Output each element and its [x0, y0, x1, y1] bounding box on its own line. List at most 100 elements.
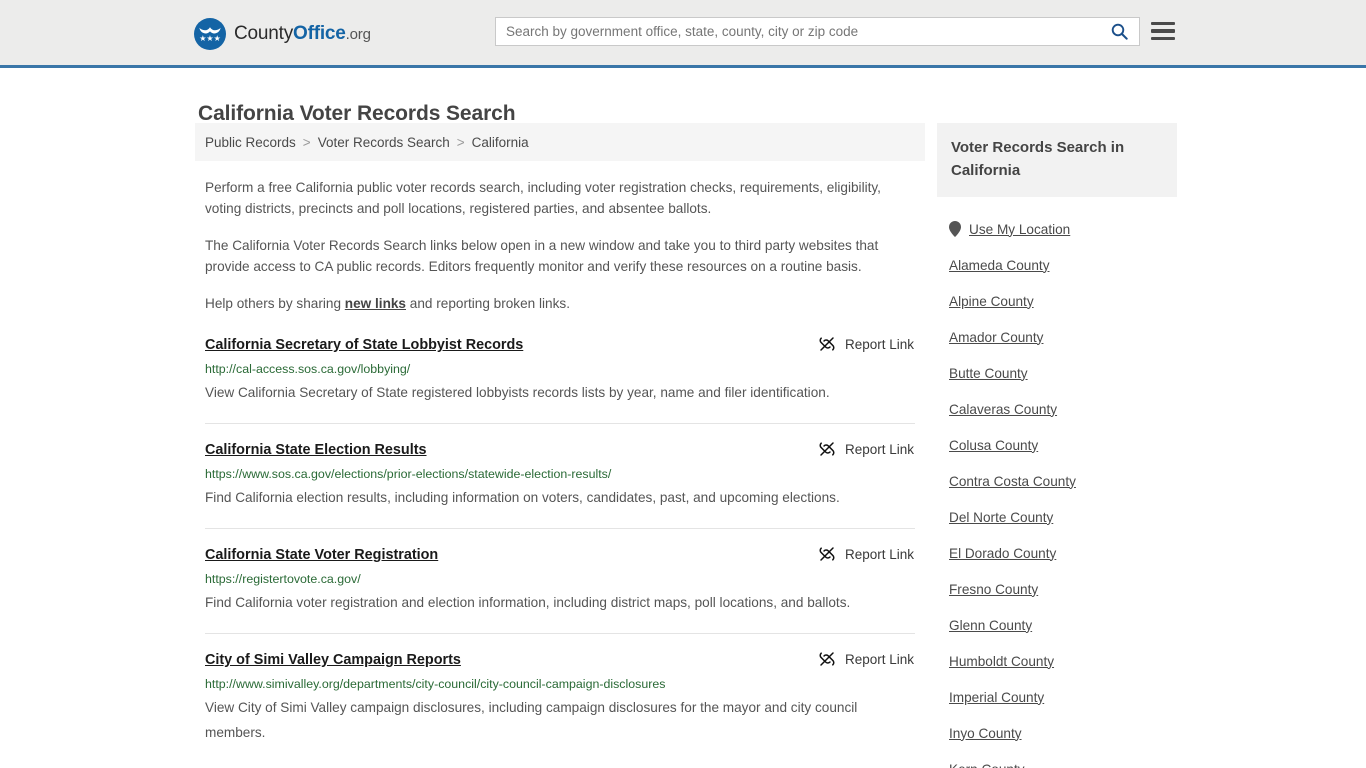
sidebar-item-county[interactable]: Glenn County — [949, 607, 1177, 643]
sidebar-item-county[interactable]: Amador County — [949, 319, 1177, 355]
sidebar-item-county[interactable]: Butte County — [949, 355, 1177, 391]
hamburger-bar — [1151, 29, 1175, 33]
breadcrumb-item-public-records[interactable]: Public Records — [205, 135, 296, 150]
result-description: Find California voter registration and e… — [205, 595, 851, 610]
sidebar-heading: Voter Records Search in California — [937, 123, 1177, 197]
breadcrumb-separator: > — [302, 134, 311, 150]
county-link[interactable]: Inyo County — [949, 726, 1022, 741]
breadcrumb-item-california: California — [471, 134, 529, 150]
report-link-button[interactable]: Report Link — [819, 651, 914, 667]
eagle-shield-icon: ★★★ — [194, 18, 226, 50]
result-header: California State Election Results Report… — [205, 441, 915, 459]
brand-office: Office — [293, 23, 346, 44]
brand-county: County — [234, 23, 294, 44]
content-row: Public Records > Voter Records Search > … — [0, 123, 1366, 768]
result-description: Find California election results, includ… — [205, 490, 840, 505]
sidebar: Voter Records Search in California Use M… — [937, 123, 1177, 768]
result-title-link[interactable]: California State Voter Registration — [205, 546, 438, 564]
site-header: ★★★ CountyOffice.org — [0, 0, 1366, 68]
county-link[interactable]: Humboldt County — [949, 654, 1054, 669]
result-header: California State Voter Registration Repo… — [205, 546, 915, 564]
hamburger-bar — [1151, 22, 1175, 26]
report-link-button[interactable]: Report Link — [819, 336, 914, 352]
stars-icon: ★★★ — [199, 34, 221, 43]
brand-org: .org — [345, 26, 371, 43]
sidebar-item-county[interactable]: Alpine County — [949, 283, 1177, 319]
sidebar-item-county[interactable]: Inyo County — [949, 715, 1177, 751]
result-url[interactable]: https://www.sos.ca.gov/elections/prior-e… — [205, 466, 915, 482]
result-item: California Secretary of State Lobbyist R… — [205, 336, 915, 424]
result-description: View City of Simi Valley campaign disclo… — [205, 700, 858, 740]
result-url[interactable]: http://cal-access.sos.ca.gov/lobbying/ — [205, 361, 915, 377]
sidebar-item-county[interactable]: Kern County — [949, 751, 1177, 768]
search-input[interactable] — [496, 18, 1099, 45]
hamburger-bar — [1151, 36, 1175, 40]
sidebar-item-county[interactable]: Calaveras County — [949, 391, 1177, 427]
broken-link-icon — [819, 547, 835, 561]
result-title-link[interactable]: California Secretary of State Lobbyist R… — [205, 336, 523, 354]
county-link[interactable]: Kern County — [949, 762, 1025, 768]
result-item: California State Voter Registration Repo… — [205, 546, 915, 634]
sidebar-item-county[interactable]: Del Norte County — [949, 499, 1177, 535]
intro-paragraph-2: The California Voter Records Search link… — [205, 238, 879, 274]
result-item: California State Election Results Report… — [205, 441, 915, 529]
result-title-link[interactable]: California State Election Results — [205, 441, 427, 459]
new-links-link[interactable]: new links — [345, 296, 406, 311]
main-column: Public Records > Voter Records Search > … — [195, 123, 925, 768]
intro-p3-after: and reporting broken links. — [406, 296, 570, 311]
result-item: City of Simi Valley Campaign Reports Rep… — [205, 651, 915, 763]
sidebar-item-county[interactable]: Humboldt County — [949, 643, 1177, 679]
county-link[interactable]: Colusa County — [949, 438, 1038, 453]
intro-text: Perform a free California public voter r… — [195, 177, 925, 314]
county-link[interactable]: Alpine County — [949, 294, 1034, 309]
result-url[interactable]: http://www.simivalley.org/departments/ci… — [205, 676, 915, 692]
result-header: California Secretary of State Lobbyist R… — [205, 336, 915, 354]
county-link[interactable]: Glenn County — [949, 618, 1032, 633]
county-link[interactable]: Imperial County — [949, 690, 1044, 705]
breadcrumb-separator: > — [456, 134, 465, 150]
search-bar[interactable] — [495, 17, 1140, 46]
search-button[interactable] — [1099, 18, 1139, 45]
search-icon — [1111, 23, 1128, 40]
map-pin-icon — [949, 221, 961, 237]
sidebar-item-use-my-location[interactable]: Use My Location — [949, 211, 1177, 247]
use-my-location-link[interactable]: Use My Location — [969, 222, 1070, 237]
county-link[interactable]: Amador County — [949, 330, 1043, 345]
result-url[interactable]: https://registertovote.ca.gov/ — [205, 571, 915, 587]
brand-wordmark: CountyOffice.org — [234, 23, 371, 45]
sidebar-item-county[interactable]: Imperial County — [949, 679, 1177, 715]
intro-paragraph-3: Help others by sharing new links and rep… — [205, 293, 915, 314]
broken-link-icon — [819, 337, 835, 351]
broken-link-icon — [819, 442, 835, 456]
sidebar-item-county[interactable]: Fresno County — [949, 571, 1177, 607]
county-link[interactable]: Del Norte County — [949, 510, 1053, 525]
county-link[interactable]: Fresno County — [949, 582, 1038, 597]
report-link-button[interactable]: Report Link — [819, 441, 914, 457]
sidebar-item-county[interactable]: Colusa County — [949, 427, 1177, 463]
report-link-button[interactable]: Report Link — [819, 546, 914, 562]
report-link-label: Report Link — [844, 441, 914, 457]
report-link-label: Report Link — [844, 336, 914, 352]
site-logo[interactable]: ★★★ CountyOffice.org — [194, 18, 371, 50]
report-link-label: Report Link — [844, 546, 914, 562]
county-link[interactable]: El Dorado County — [949, 546, 1056, 561]
broken-link-icon — [819, 652, 835, 666]
hamburger-menu-icon[interactable] — [1151, 20, 1175, 42]
result-description: View California Secretary of State regis… — [205, 385, 830, 400]
result-title-link[interactable]: City of Simi Valley Campaign Reports — [205, 651, 461, 669]
result-header: City of Simi Valley Campaign Reports Rep… — [205, 651, 915, 669]
sidebar-item-county[interactable]: El Dorado County — [949, 535, 1177, 571]
results-list: California Secretary of State Lobbyist R… — [195, 336, 925, 763]
breadcrumb: Public Records > Voter Records Search > … — [195, 123, 925, 161]
sidebar-links: Use My Location Alameda County Alpine Co… — [937, 211, 1177, 768]
report-link-label: Report Link — [844, 651, 914, 667]
breadcrumb-item-voter-records-search[interactable]: Voter Records Search — [318, 135, 450, 150]
intro-p3-before: Help others by sharing — [205, 296, 345, 311]
intro-paragraph-1: Perform a free California public voter r… — [205, 180, 881, 216]
sidebar-item-county[interactable]: Contra Costa County — [949, 463, 1177, 499]
county-link[interactable]: Contra Costa County — [949, 474, 1076, 489]
county-link[interactable]: Butte County — [949, 366, 1028, 381]
county-link[interactable]: Calaveras County — [949, 402, 1057, 417]
county-link[interactable]: Alameda County — [949, 258, 1050, 273]
sidebar-item-county[interactable]: Alameda County — [949, 247, 1177, 283]
